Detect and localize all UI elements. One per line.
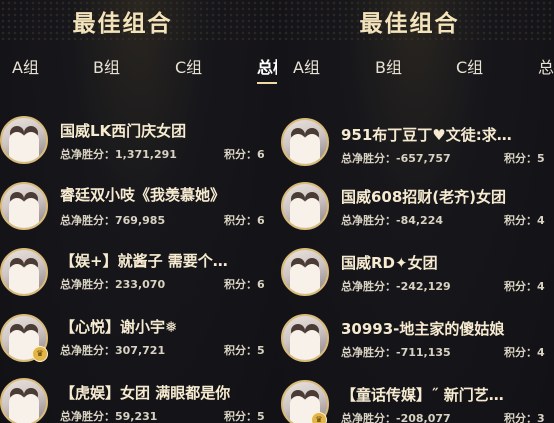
- tab-group-b[interactable]: B组: [93, 54, 120, 78]
- avatar: [0, 116, 48, 164]
- points: 积分：5: [224, 344, 265, 357]
- list-item[interactable]: ♛ 【心悦】谢小宇❅ 总净胜分：307,721 积分：5: [0, 308, 277, 368]
- group-name: 国威RD✦女团: [341, 254, 438, 272]
- list-item[interactable]: 951布丁豆丁♥文徒:求… 总净胜分：-657,757 积分：5: [277, 114, 554, 174]
- group-name: 【娱+】就酱子 需要个…: [60, 252, 228, 270]
- points: 积分：5: [504, 152, 545, 165]
- group-name: 30993-地主家的傻姑娘: [341, 320, 505, 338]
- leaderboard-panel-right: 最佳组合 A组 B组 C组 总榜 951布丁豆丁♥文徒:求… 总净胜分：-657…: [277, 0, 554, 423]
- list-item[interactable]: 国威LK西门庆女团 总净胜分：1,371,291 积分：6: [0, 110, 277, 170]
- list-item[interactable]: 【虎娱】女团 满眼都是你 总净胜分：59,231 积分：5: [0, 374, 277, 423]
- avatar: [0, 182, 48, 230]
- net-score: 总净胜分：307,721: [60, 344, 166, 357]
- tab-group-a[interactable]: A组: [293, 54, 320, 78]
- points: 积分：6: [224, 214, 265, 227]
- group-name: 睿廷双小吱《我羡慕她》: [60, 186, 226, 204]
- points: 积分：6: [224, 148, 265, 161]
- group-tabs: A组 B组 C组 总榜: [0, 54, 277, 86]
- tab-group-b[interactable]: B组: [375, 54, 402, 78]
- group-name: 国威LK西门庆女团: [60, 122, 187, 140]
- group-name: 【童话传媒】˝ 新门艺…: [341, 386, 504, 404]
- avatar: [281, 182, 329, 230]
- tab-group-c[interactable]: C组: [175, 54, 202, 78]
- group-name: 【心悦】谢小宇❅: [60, 318, 178, 336]
- net-score: 总净胜分：1,371,291: [60, 148, 177, 161]
- points: 积分：5: [224, 410, 265, 423]
- group-name: 国威608招财(老齐)女团: [341, 188, 507, 206]
- crown-badge-icon: ♛: [311, 412, 327, 423]
- tab-total[interactable]: 总榜: [538, 54, 554, 78]
- net-score: 总净胜分：-84,224: [341, 214, 444, 227]
- points: 积分：4: [504, 280, 545, 293]
- avatar: [281, 248, 329, 296]
- avatar: [0, 248, 48, 296]
- points: 积分：3: [504, 412, 545, 423]
- group-tabs: A组 B组 C组 总榜: [277, 54, 554, 86]
- tab-group-c[interactable]: C组: [456, 54, 483, 78]
- page-title: 最佳组合: [359, 11, 460, 37]
- points: 积分：4: [504, 346, 545, 359]
- list-item[interactable]: 睿廷双小吱《我羡慕她》 总净胜分：769,985 积分：6: [0, 176, 277, 236]
- net-score: 总净胜分：233,070: [60, 278, 166, 291]
- list-item[interactable]: ♛ 【童话传媒】˝ 新门艺… 总净胜分：-208,077 积分：3: [277, 374, 554, 423]
- avatar: [281, 118, 329, 166]
- points: 积分：4: [504, 214, 545, 227]
- net-score: 总净胜分：-208,077: [341, 412, 451, 423]
- avatar: [281, 314, 329, 362]
- tab-group-a[interactable]: A组: [12, 54, 39, 78]
- group-name: 951布丁豆丁♥文徒:求…: [341, 126, 512, 144]
- net-score: 总净胜分：-657,757: [341, 152, 451, 165]
- net-score: 总净胜分：-242,129: [341, 280, 451, 293]
- tab-total[interactable]: 总榜: [257, 54, 277, 84]
- net-score: 总净胜分：59,231: [60, 410, 158, 423]
- net-score: 总净胜分：-711,135: [341, 346, 451, 359]
- group-name: 【虎娱】女团 满眼都是你: [60, 384, 231, 402]
- net-score: 总净胜分：769,985: [60, 214, 166, 227]
- leaderboard-panel-left: 最佳组合 A组 B组 C组 总榜 国威LK西门庆女团 总净胜分：1,371,29…: [0, 0, 277, 423]
- crown-badge-icon: ♛: [32, 346, 48, 362]
- avatar: [0, 378, 48, 423]
- list-item[interactable]: 30993-地主家的傻姑娘 总净胜分：-711,135 积分：4: [277, 308, 554, 368]
- list-item[interactable]: 国威RD✦女团 总净胜分：-242,129 积分：4: [277, 242, 554, 302]
- points: 积分：6: [224, 278, 265, 291]
- page-title: 最佳组合: [72, 11, 173, 37]
- list-item[interactable]: 国威608招财(老齐)女团 总净胜分：-84,224 积分：4: [277, 176, 554, 236]
- list-item[interactable]: 【娱+】就酱子 需要个… 总净胜分：233,070 积分：6: [0, 242, 277, 302]
